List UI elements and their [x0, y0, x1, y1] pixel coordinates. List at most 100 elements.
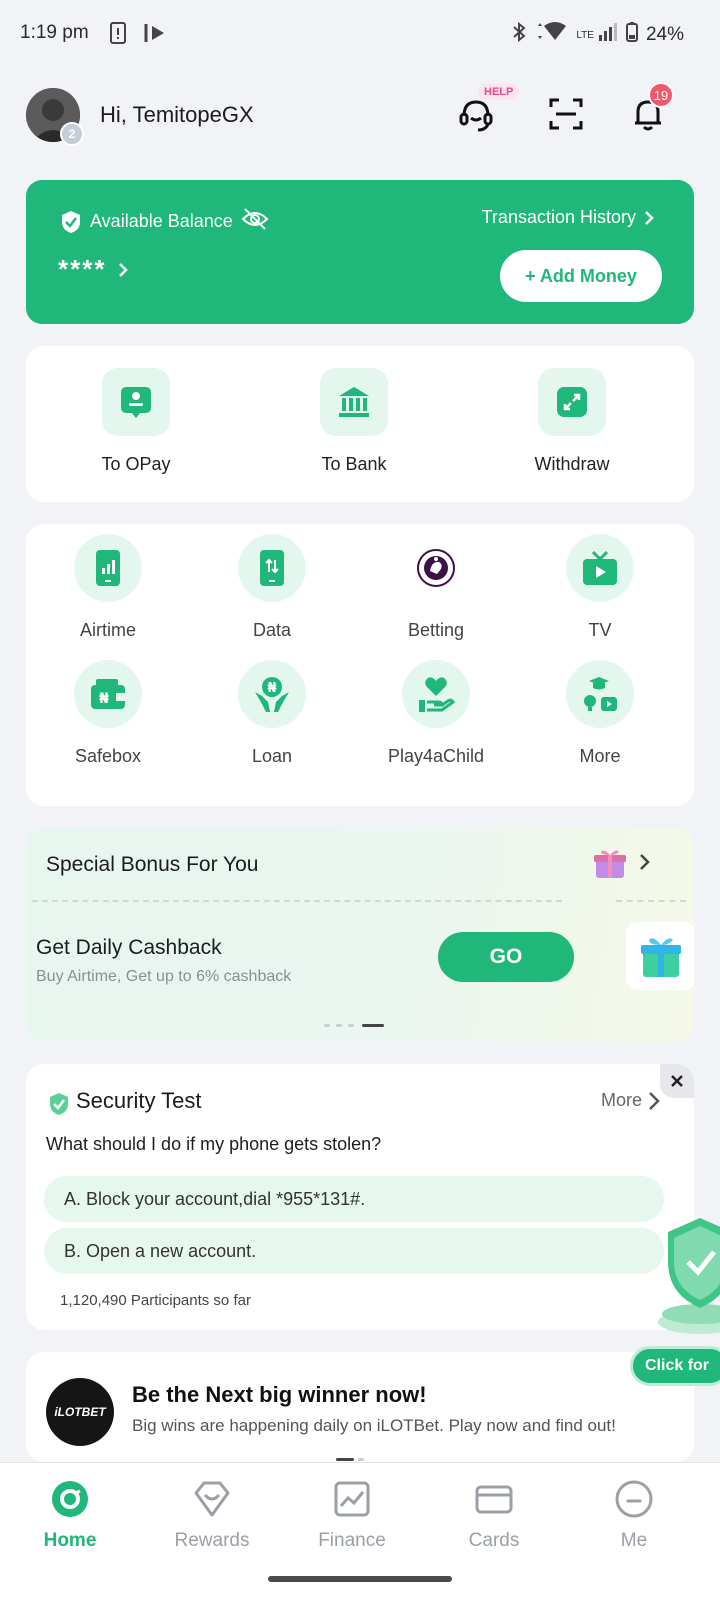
gift-box-icon	[641, 938, 681, 977]
available-balance-row: Available Balance	[60, 207, 269, 236]
premier-league-icon	[402, 534, 470, 602]
nav-label: Me	[620, 1530, 648, 1551]
promo-subtitle: Big wins are happening daily on iLOTBet.…	[132, 1416, 616, 1435]
pager-dot-active	[362, 1024, 384, 1027]
phone-signal-icon	[74, 534, 142, 602]
bluetooth-icon	[512, 21, 526, 48]
service-betting[interactable]: Betting	[356, 534, 516, 641]
greeting-text: Hi, TemitopeGX	[100, 102, 254, 127]
hand-heart-icon	[402, 660, 470, 728]
cast-icon	[142, 22, 168, 49]
person-card-icon	[102, 368, 170, 436]
participants-count: 1,120,490 Participants so far	[60, 1292, 251, 1309]
next-bonus-preview[interactable]	[626, 922, 694, 990]
service-tv[interactable]: TV	[520, 534, 680, 641]
chevron-right-icon	[649, 1091, 660, 1110]
divider	[616, 900, 686, 902]
close-button[interactable]	[660, 1064, 694, 1098]
balance-card: Available Balance Transaction History **…	[26, 180, 694, 324]
help-button[interactable]: HELP	[454, 84, 520, 136]
service-play4achild[interactable]: Play4aChild	[356, 660, 516, 767]
security-question: What should I do if my phone gets stolen…	[46, 1134, 382, 1154]
floating-shield-widget[interactable]	[652, 1210, 720, 1340]
close-icon	[671, 1075, 683, 1087]
svg-text:₦: ₦	[267, 681, 276, 696]
balance-value[interactable]: ****	[58, 254, 129, 285]
service-more[interactable]: More	[520, 660, 680, 767]
profile-icon	[615, 1480, 653, 1518]
bank-icon	[320, 368, 388, 436]
withdraw-label: Withdraw	[534, 454, 610, 474]
nav-label: Cards	[468, 1530, 520, 1551]
transfer-card: To OPay To Bank Withdraw	[26, 346, 694, 502]
to-bank-button[interactable]: To Bank	[274, 368, 434, 475]
special-bonus-card: Special Bonus For You Get Daily Cashback…	[26, 828, 694, 1042]
pager-dot	[358, 1458, 364, 1461]
finance-chart-icon	[334, 1481, 370, 1517]
scan-icon	[549, 98, 583, 130]
answer-option-b[interactable]: B. Open a new account.	[44, 1228, 664, 1274]
scan-button[interactable]	[544, 92, 588, 136]
cashback-title: Get Daily Cashback	[36, 936, 222, 959]
signal-icon	[598, 23, 618, 47]
security-title: Security Test	[76, 1088, 202, 1113]
security-test-card: Security Test More What should I do if m…	[26, 1064, 694, 1330]
transaction-history-link[interactable]: Transaction History	[482, 207, 654, 228]
pager-dot	[348, 1024, 354, 1027]
nav-rewards[interactable]: Rewards	[152, 1479, 272, 1552]
nav-cards[interactable]: Cards	[434, 1479, 554, 1552]
wallet-naira-icon: ₦	[74, 660, 142, 728]
service-label: Data	[252, 620, 292, 640]
ilotbet-logo: iLOTBET	[46, 1378, 114, 1446]
bonus-title: Special Bonus For You	[46, 853, 259, 876]
help-tag: HELP	[478, 84, 520, 100]
service-data[interactable]: Data	[192, 534, 352, 641]
phone-data-icon	[238, 534, 306, 602]
more-services-icon	[566, 660, 634, 728]
chevron-right-icon	[645, 210, 654, 225]
add-money-button[interactable]: + Add Money	[500, 250, 662, 302]
transaction-history-label: Transaction History	[481, 207, 636, 227]
ilotbet-promo-card[interactable]: iLOTBET Be the Next big winner now! Big …	[26, 1352, 694, 1462]
level-badge: 2	[60, 122, 84, 146]
sim-alert-icon	[108, 22, 128, 49]
avatar[interactable]: 2	[26, 88, 84, 146]
answer-option-a[interactable]: A. Block your account,dial *955*131#.	[44, 1176, 664, 1222]
click-for-button[interactable]: Click for	[630, 1346, 720, 1386]
available-balance-label: Available Balance	[90, 211, 233, 231]
shield-check-icon	[62, 210, 80, 233]
security-shield-icon	[48, 1092, 70, 1121]
nav-me[interactable]: Me	[574, 1479, 694, 1552]
nav-label: Finance	[318, 1530, 386, 1551]
nav-home[interactable]: Home	[10, 1479, 130, 1552]
more-label: More	[600, 1090, 642, 1110]
security-more-link[interactable]: More	[601, 1090, 660, 1111]
nav-label: Rewards	[174, 1530, 250, 1551]
card-icon	[475, 1485, 513, 1514]
nav-label: Home	[43, 1530, 97, 1551]
withdraw-button[interactable]: Withdraw	[492, 368, 652, 475]
notification-badge: 19	[648, 82, 674, 108]
hide-balance-toggle[interactable]	[241, 207, 269, 236]
gesture-home-indicator[interactable]	[268, 1576, 452, 1582]
service-safebox[interactable]: ₦ Safebox	[28, 660, 188, 767]
chevron-right-icon	[119, 262, 129, 277]
headset-icon	[459, 100, 493, 132]
battery-icon	[625, 22, 638, 48]
promo-title: Be the Next big winner now!	[132, 1382, 427, 1407]
go-button[interactable]: GO	[438, 932, 574, 982]
notifications-button[interactable]: 19	[626, 82, 674, 136]
home-icon	[52, 1481, 88, 1517]
to-bank-label: To Bank	[321, 454, 387, 474]
pager-dot	[324, 1024, 330, 1027]
status-time: 1:19 pm	[20, 22, 89, 43]
battery-level: 24%	[645, 24, 684, 45]
pager-dot	[336, 1024, 342, 1027]
withdraw-arrows-icon	[538, 368, 606, 436]
bonus-chevron-button[interactable]	[638, 852, 652, 877]
to-opay-button[interactable]: To OPay	[56, 368, 216, 475]
service-loan[interactable]: ₦ Loan	[192, 660, 352, 767]
service-airtime[interactable]: Airtime	[28, 534, 188, 641]
nav-finance[interactable]: Finance	[292, 1479, 412, 1552]
floating-shield-icon	[658, 1218, 720, 1334]
